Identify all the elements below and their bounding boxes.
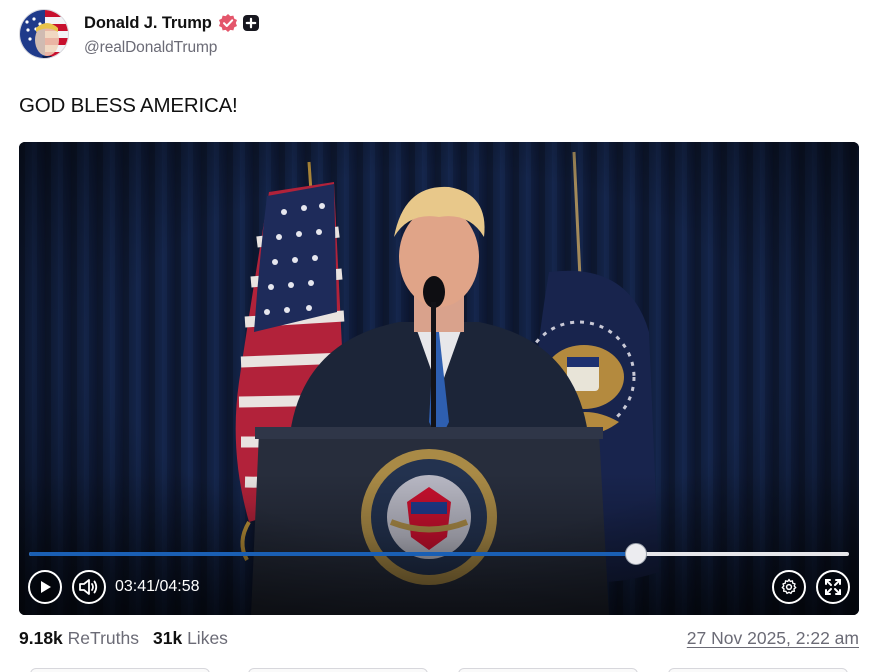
avatar-image [20,10,68,58]
post-timestamp[interactable]: 27 Nov 2025, 2:22 am [687,628,859,649]
action-pill-reply[interactable] [30,668,210,672]
volume-button[interactable] [72,570,106,604]
post-stats: 9.18k ReTruths 31k Likes [19,628,228,649]
post-text: GOD BLESS AMERICA! [19,94,238,117]
handle[interactable]: @realDonaldTrump [84,39,260,57]
fullscreen-icon [825,579,841,595]
retruths-stat[interactable]: 9.18k ReTruths [19,628,139,649]
progress-fill [29,552,636,556]
progress-handle[interactable] [624,543,647,565]
action-bar [0,664,882,672]
play-button[interactable] [28,570,62,604]
likes-count: 31k [153,628,183,648]
time-display: 03:41/04:58 [115,578,200,596]
action-pill-retruth[interactable] [248,668,428,672]
verified-badge-icon [218,13,238,33]
likes-stat[interactable]: 31k Likes [153,628,228,649]
avatar[interactable] [19,9,69,59]
video-frame [19,142,859,615]
display-name[interactable]: Donald J. Trump [84,14,212,33]
fullscreen-button[interactable] [816,570,850,604]
likes-label: Likes [187,628,228,648]
duration: 04:58 [159,578,200,595]
current-time: 03:41 [115,578,156,595]
settings-button[interactable] [772,570,806,604]
retruths-label: ReTruths [67,628,139,648]
plus-badge-icon [242,14,260,32]
volume-icon [79,579,98,595]
action-pill-share[interactable] [668,668,848,672]
video-player[interactable]: 03:41/04:58 [19,142,859,615]
action-pill-like[interactable] [458,668,638,672]
play-icon [41,581,51,593]
progress-bar[interactable] [29,543,849,565]
retruths-count: 9.18k [19,628,63,648]
post-header: Donald J. Trump @realDonaldTrump [19,9,859,61]
settings-gear-icon [781,578,797,595]
